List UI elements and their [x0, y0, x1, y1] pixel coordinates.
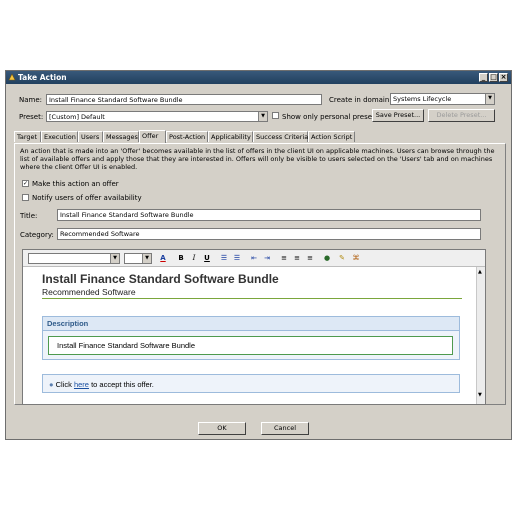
- description-header: Description: [43, 317, 459, 331]
- tab-execution[interactable]: Execution: [41, 131, 78, 142]
- outdent-icon[interactable]: ⇤: [249, 253, 259, 263]
- domain-dropdown[interactable]: Systems Lifecycle ▼: [390, 93, 495, 105]
- category-label: Category:: [20, 231, 54, 239]
- chevron-down-icon: ▼: [258, 112, 267, 121]
- minimize-button[interactable]: _: [479, 73, 488, 82]
- editor-scrollbar[interactable]: ▲ ▼: [476, 267, 485, 404]
- offer-subheading: Recommended Software: [42, 287, 136, 297]
- tab-success-criteria[interactable]: Success Criteria: [253, 131, 308, 142]
- divider: [42, 298, 462, 299]
- bold-button[interactable]: B: [176, 253, 186, 263]
- personal-presets-checkbox[interactable]: [272, 112, 279, 119]
- font-color-icon[interactable]: A: [158, 253, 168, 263]
- name-label: Name:: [19, 96, 43, 104]
- take-action-dialog: Take Action _ □ × Name: Install Finance …: [5, 70, 512, 440]
- bullet-list-icon[interactable]: ☰: [232, 253, 242, 263]
- align-left-icon[interactable]: ≡: [279, 253, 289, 263]
- scroll-up-icon[interactable]: ▲: [478, 269, 482, 275]
- tab-action-script[interactable]: Action Script: [308, 131, 355, 142]
- description-box: Description Install Finance Standard Sof…: [42, 316, 460, 360]
- app-icon: [8, 73, 16, 81]
- click-prefix: Click: [55, 380, 74, 389]
- font-family-dropdown[interactable]: ▼: [28, 253, 120, 264]
- chevron-down-icon: ▼: [142, 254, 151, 263]
- scroll-down-icon[interactable]: ▼: [478, 392, 482, 398]
- title-label: Title:: [20, 212, 38, 220]
- insert-link-icon[interactable]: ●: [322, 253, 332, 263]
- save-preset-button[interactable]: Save Preset...: [372, 109, 424, 122]
- tab-messages[interactable]: Messages: [103, 131, 139, 142]
- description-text: Install Finance Standard Software Bundle: [48, 336, 453, 355]
- cancel-button[interactable]: Cancel: [261, 422, 309, 435]
- info-icon: ●: [49, 380, 54, 389]
- name-field[interactable]: Install Finance Standard Software Bundle: [46, 94, 322, 105]
- indent-icon[interactable]: ⇥: [262, 253, 272, 263]
- font-size-dropdown[interactable]: ▼: [124, 253, 152, 264]
- preset-value: [Custom] Default: [49, 113, 105, 121]
- editor-content[interactable]: Install Finance Standard Software Bundle…: [23, 267, 476, 404]
- category-field[interactable]: Recommended Software: [57, 228, 481, 240]
- notify-label: Notify users of offer availability: [32, 194, 142, 202]
- preset-label: Preset:: [19, 113, 44, 121]
- editor-toolbar: ▼ ▼ A B I U ☰ ☰ ⇤ ⇥ ≡ ≡ ≡ ● ✎ ⌘: [23, 250, 485, 267]
- tab-applicability[interactable]: Applicability: [208, 131, 253, 142]
- ok-button[interactable]: OK: [198, 422, 246, 435]
- accept-offer-link[interactable]: here: [74, 380, 89, 389]
- tab-post-action[interactable]: Post-Action: [166, 131, 208, 142]
- preset-dropdown[interactable]: [Custom] Default ▼: [46, 111, 268, 122]
- title-field[interactable]: Install Finance Standard Software Bundle: [57, 209, 481, 221]
- tab-target[interactable]: Target: [14, 131, 41, 142]
- tab-users[interactable]: Users: [78, 131, 103, 142]
- tab-offer[interactable]: Offer: [139, 130, 166, 143]
- click-suffix: to accept this offer.: [88, 380, 154, 389]
- window-title: Take Action: [18, 73, 67, 82]
- title-bar[interactable]: Take Action _ □ ×: [6, 71, 511, 84]
- italic-button[interactable]: I: [189, 253, 199, 263]
- accept-offer-text: ● Click here to accept this offer.: [49, 380, 154, 389]
- align-center-icon[interactable]: ≡: [292, 253, 302, 263]
- wand-icon[interactable]: ✎: [337, 253, 347, 263]
- personal-presets-label: Show only personal presets: [282, 113, 379, 121]
- numbered-list-icon[interactable]: ☰: [219, 253, 229, 263]
- domain-value: Systems Lifecycle: [393, 95, 452, 103]
- chevron-down-icon: ▼: [485, 94, 494, 104]
- delete-preset-button[interactable]: Delete Preset...: [428, 109, 495, 122]
- domain-label: Create in domain:: [329, 96, 392, 104]
- offer-heading: Install Finance Standard Software Bundle: [42, 272, 279, 286]
- maximize-button[interactable]: □: [489, 73, 498, 82]
- chevron-down-icon: ▼: [110, 254, 119, 263]
- make-offer-checkbox[interactable]: ✓: [22, 180, 29, 187]
- align-right-icon[interactable]: ≡: [305, 253, 315, 263]
- make-offer-label: Make this action an offer: [32, 180, 119, 188]
- offer-description: An action that is made into an 'Offer' b…: [20, 147, 495, 171]
- offer-rich-text-editor: ▼ ▼ A B I U ☰ ☰ ⇤ ⇥ ≡ ≡ ≡ ● ✎ ⌘ Install …: [22, 249, 486, 405]
- accept-offer-box: ● Click here to accept this offer.: [42, 374, 460, 393]
- underline-button[interactable]: U: [202, 253, 212, 263]
- source-icon[interactable]: ⌘: [351, 253, 361, 263]
- close-button[interactable]: ×: [499, 73, 508, 82]
- notify-checkbox[interactable]: [22, 194, 29, 201]
